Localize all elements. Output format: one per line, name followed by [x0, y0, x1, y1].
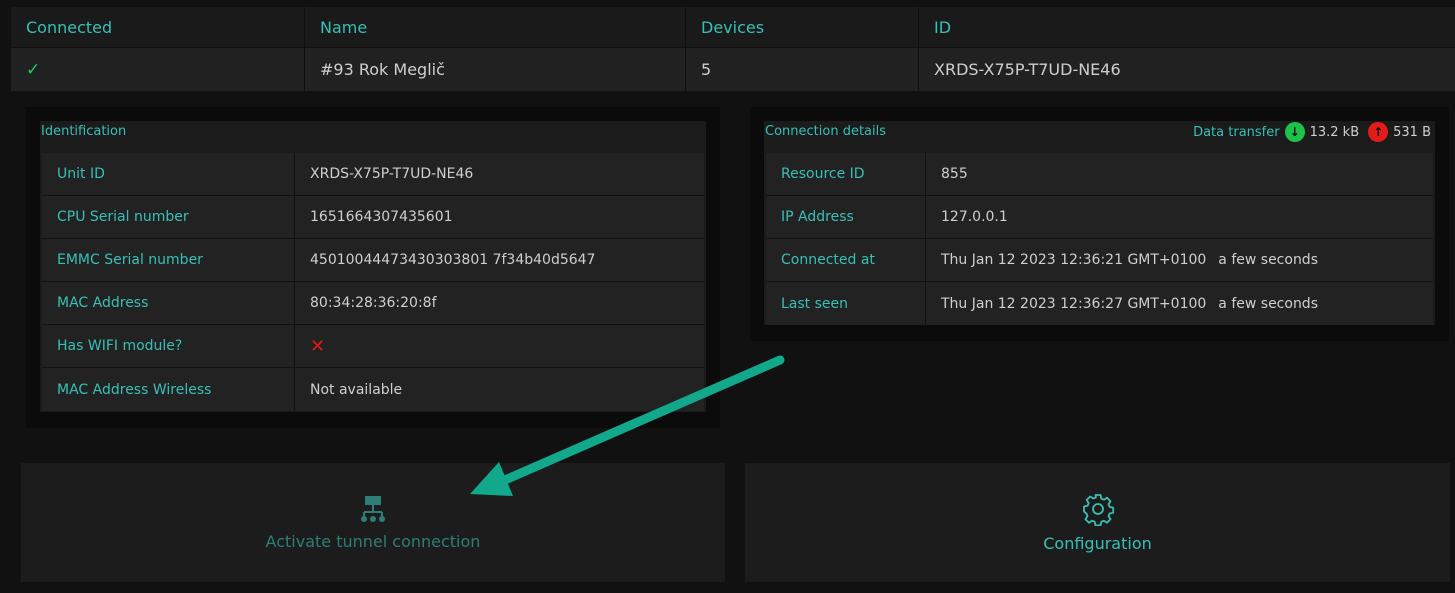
cpu-serial-label: CPU Serial number [42, 196, 295, 238]
resource-id-label: Resource ID [766, 153, 926, 195]
list-item: EMMC Serial number 45010044473430303801 … [42, 239, 704, 282]
emmc-serial-value: 45010044473430303801 7f34b40d5647 [310, 252, 596, 268]
cell-name: #93 Rok Meglič [305, 48, 686, 91]
arrow-up-icon: ↑ [1368, 122, 1389, 142]
configuration-label: Configuration [1043, 534, 1152, 553]
download-value: 13.2 kB [1309, 124, 1360, 140]
list-item: Last seen Thu Jan 12 2023 12:36:27 GMT+0… [766, 282, 1433, 325]
header-devices[interactable]: Devices [686, 7, 919, 47]
list-item: MAC Address 80:34:28:36:20:8f [42, 282, 704, 325]
mac-wireless-value: Not available [310, 381, 403, 398]
identification-list: Unit ID XRDS-X75P-T7UD-NE46 CPU Serial n… [42, 153, 704, 411]
connected-at-value: Thu Jan 12 2023 12:36:21 GMT+0100 a few … [926, 239, 1433, 281]
connection-details-body: Connection details Data transfer ↓ 13.2 … [764, 121, 1435, 325]
unit-id-label: Unit ID [42, 153, 295, 195]
activate-tunnel-label: Activate tunnel connection [265, 532, 481, 551]
cell-devices: 5 [686, 48, 919, 91]
table-row[interactable]: ✓ #93 Rok Meglič 5 XRDS-X75P-T7UD-NE46 [11, 48, 1455, 91]
last-seen-relative: a few seconds [1218, 295, 1318, 312]
list-item: Connected at Thu Jan 12 2023 12:36:21 GM… [766, 239, 1433, 282]
cell-id: XRDS-X75P-T7UD-NE46 [934, 60, 1121, 79]
wifi-module-value: ✕ [295, 325, 704, 367]
ip-address-text: 127.0.0.1 [941, 209, 1008, 225]
identification-panel: Identification Unit ID XRDS-X75P-T7UD-NE… [26, 107, 720, 428]
upload-value: 531 B [1393, 124, 1431, 140]
arrow-down-icon: ↓ [1284, 122, 1305, 142]
connection-details-panel: Connection details Data transfer ↓ 13.2 … [750, 107, 1449, 341]
cpu-serial-value: 1651664307435601 [310, 209, 453, 225]
mac-address-label: MAC Address [42, 282, 295, 324]
data-transfer-label: Data transfer [1193, 124, 1280, 140]
tunnel-network-icon [361, 496, 385, 522]
list-item: Resource ID 855 [766, 153, 1433, 196]
emmc-serial-label: EMMC Serial number [42, 239, 295, 281]
connection-details-title: Connection details [765, 124, 886, 139]
cell-connected: ✓ [11, 48, 305, 91]
ip-address-value: 127.0.0.1 [926, 196, 1433, 238]
resource-id-text: 855 [941, 166, 968, 182]
device-summary-table: Connected Name Devices ID ✓ #93 Rok Megl… [11, 7, 1455, 91]
identification-title: Identification [41, 124, 127, 139]
header-name[interactable]: Name [305, 7, 686, 47]
activate-tunnel-button[interactable]: Activate tunnel connection [21, 463, 725, 582]
last-seen-label: Last seen [766, 282, 926, 325]
header-connected[interactable]: Connected [11, 7, 305, 47]
ip-address-label: IP Address [766, 196, 926, 238]
identification-panel-body: Identification Unit ID XRDS-X75P-T7UD-NE… [40, 121, 706, 412]
connected-at-relative: a few seconds [1218, 252, 1318, 268]
check-icon: ✓ [26, 59, 41, 80]
resource-id-value: 855 [926, 153, 1433, 195]
list-item: MAC Address Wireless Not available [42, 368, 704, 411]
table-header-row: Connected Name Devices ID [11, 7, 1455, 48]
data-transfer: Data transfer ↓ 13.2 kB ↑ 531 B [1193, 122, 1435, 142]
list-item: CPU Serial number 1651664307435601 [42, 196, 704, 239]
list-item: Has WIFI module? ✕ [42, 325, 704, 368]
last-seen-value: Thu Jan 12 2023 12:36:27 GMT+0100 a few … [926, 282, 1433, 325]
connected-at-label: Connected at [766, 239, 926, 281]
list-item: IP Address 127.0.0.1 [766, 196, 1433, 239]
connection-list: Resource ID 855 IP Address 127.0.0.1 Con… [766, 153, 1433, 325]
list-item: Unit ID XRDS-X75P-T7UD-NE46 [42, 153, 704, 196]
unit-id-value: XRDS-X75P-T7UD-NE46 [310, 166, 474, 182]
mac-wireless-label: MAC Address Wireless [42, 368, 295, 411]
last-seen-timestamp: Thu Jan 12 2023 12:36:27 GMT+0100 [941, 295, 1207, 312]
gear-icon [1082, 494, 1114, 526]
configuration-button[interactable]: Configuration [745, 463, 1450, 582]
connected-at-timestamp: Thu Jan 12 2023 12:36:21 GMT+0100 [941, 252, 1207, 268]
wifi-module-label: Has WIFI module? [42, 325, 295, 367]
cross-icon: ✕ [310, 335, 326, 357]
mac-address-value: 80:34:28:36:20:8f [310, 295, 437, 311]
header-id[interactable]: ID [919, 7, 1455, 47]
